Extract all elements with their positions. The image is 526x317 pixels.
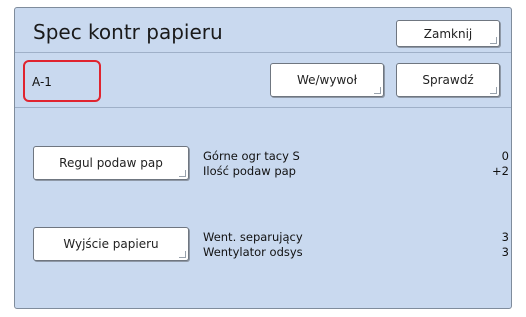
button-corner-mark [374,87,381,94]
button-corner-mark [179,251,186,258]
title-divider [15,52,511,53]
info-value-upper-tray-limit: 0 [501,149,509,163]
button-corner-mark [490,37,497,44]
info-value-suction-fan: 3 [501,245,509,259]
button-corner-mark [179,170,186,177]
paper-feed-adjust-button[interactable]: Regul podaw pap [33,146,189,180]
inout-button[interactable]: We/wywoł [270,63,384,97]
button-corner-mark [490,87,497,94]
info-label-upper-tray-limit: Górne ogr tacy S [203,149,300,163]
paper-output-label: Wyjście papieru [63,237,159,251]
close-button[interactable]: Zamknij [396,20,500,47]
paper-feed-adjust-label: Regul podaw pap [59,156,163,170]
paper-spec-panel: Spec kontr papieru Zamknij A-1 We/wywoł … [14,7,512,309]
info-label-separation-fan: Went. separujący [203,230,303,244]
page-title: Spec kontr papieru [33,20,223,44]
toolbar-divider [15,107,511,108]
close-button-label: Zamknij [423,26,473,41]
info-label-suction-fan: Wentylator odsys [203,245,303,259]
title-bar: Spec kontr papieru Zamknij [15,8,511,52]
info-label-feed-amount: Ilość podaw pap [203,164,296,178]
inout-button-label: We/wywoł [296,73,358,87]
paper-output-button[interactable]: Wyjście papieru [33,227,189,261]
check-button[interactable]: Sprawdź [396,63,500,97]
info-value-feed-amount: +2 [492,164,509,178]
check-button-label: Sprawdź [422,73,474,87]
info-value-separation-fan: 3 [501,230,509,244]
paper-code-value: A-1 [32,75,52,89]
